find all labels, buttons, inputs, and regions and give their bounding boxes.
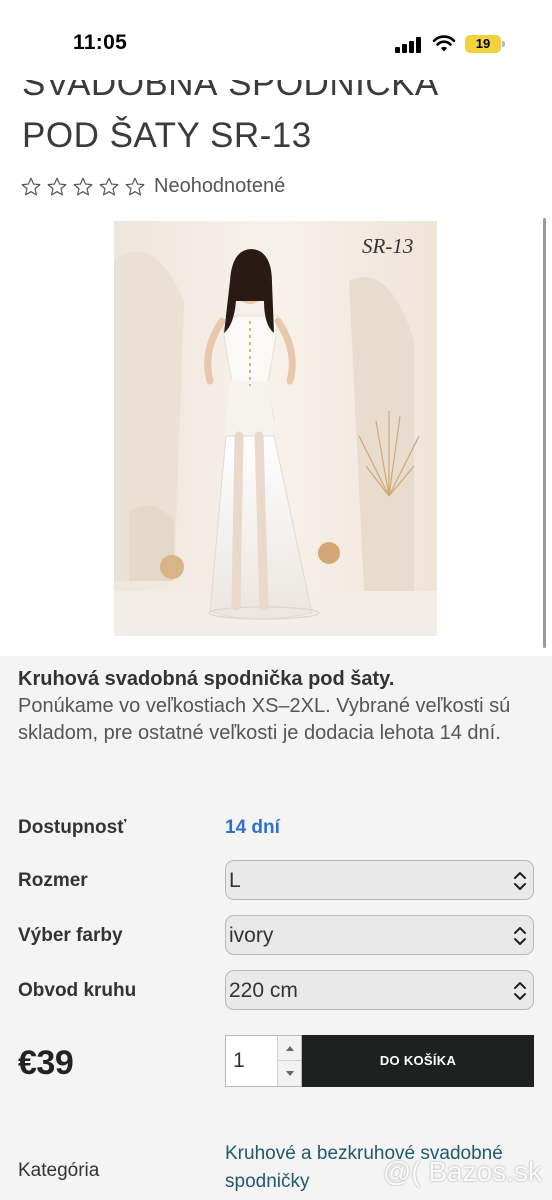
star-outline-icon <box>21 177 41 195</box>
quantity-decrease-button[interactable] <box>277 1061 301 1086</box>
product-description: Kruhová svadobná spodnička pod šaty. Pon… <box>18 666 538 747</box>
rating-text: Neohodnotené <box>154 175 286 197</box>
color-select[interactable]: ivory <box>225 915 534 955</box>
watermark-logo: @( Bazos.sk <box>382 1156 542 1187</box>
rating: Neohodnotené <box>20 175 285 198</box>
size-label: Rozmer <box>18 870 88 891</box>
chevron-updown-icon <box>514 927 526 945</box>
circle-row: Obvod kruhu 220 cm <box>18 970 538 1010</box>
quantity-value: 1 <box>233 1049 245 1072</box>
rating-stars <box>20 176 146 198</box>
quantity-increase-button[interactable] <box>277 1036 301 1061</box>
star-outline-icon <box>99 177 119 195</box>
page-title-line2: POD ŠATY SR-13 <box>22 116 312 155</box>
wifi-icon <box>432 35 456 52</box>
color-label: Výber farby <box>18 925 123 946</box>
size-value: L <box>229 869 241 892</box>
caret-up-icon <box>286 1046 294 1051</box>
category-label: Kategória <box>18 1160 100 1181</box>
size-select[interactable]: L <box>225 860 534 900</box>
price: €39 <box>18 1044 74 1082</box>
battery-tip <box>502 41 505 47</box>
chevron-updown-icon <box>514 872 526 890</box>
add-to-cart-button[interactable]: DO KOŠÍKA <box>302 1035 534 1087</box>
status-time: 11:05 <box>73 31 128 54</box>
scroll-indicator[interactable] <box>543 218 546 648</box>
color-value: ivory <box>229 924 274 947</box>
availability-value: 14 dní <box>225 817 280 838</box>
product-image[interactable]: SR-13 <box>114 221 437 636</box>
circle-value: 220 cm <box>229 979 298 1002</box>
quantity-stepper[interactable]: 1 <box>225 1035 302 1087</box>
status-bar: 11:05 19 <box>0 0 552 80</box>
star-outline-icon <box>125 177 145 195</box>
battery-level: 19 <box>475 36 491 51</box>
size-row: Rozmer L <box>18 860 538 900</box>
chevron-updown-icon <box>514 982 526 1000</box>
image-label: SR-13 <box>362 234 413 258</box>
circle-select[interactable]: 220 cm <box>225 970 534 1010</box>
description-strong: Kruhová svadobná spodnička pod šaty. <box>18 668 395 690</box>
product-photo: SR-13 <box>114 221 437 636</box>
signal-icon <box>395 37 423 53</box>
star-outline-icon <box>73 177 93 195</box>
availability-row: Dostupnosť 14 dní <box>18 807 538 847</box>
product-details: Kruhová svadobná spodnička pod šaty. Pon… <box>0 656 552 1200</box>
availability-label: Dostupnosť <box>18 817 127 838</box>
star-outline-icon <box>47 177 67 195</box>
battery-icon: 19 <box>465 35 501 53</box>
description-text: Ponúkame vo veľkostiach XS–2XL. Vybrané … <box>18 695 511 744</box>
color-row: Výber farby ivory <box>18 915 538 955</box>
circle-label: Obvod kruhu <box>18 980 137 1001</box>
caret-down-icon <box>286 1071 294 1076</box>
